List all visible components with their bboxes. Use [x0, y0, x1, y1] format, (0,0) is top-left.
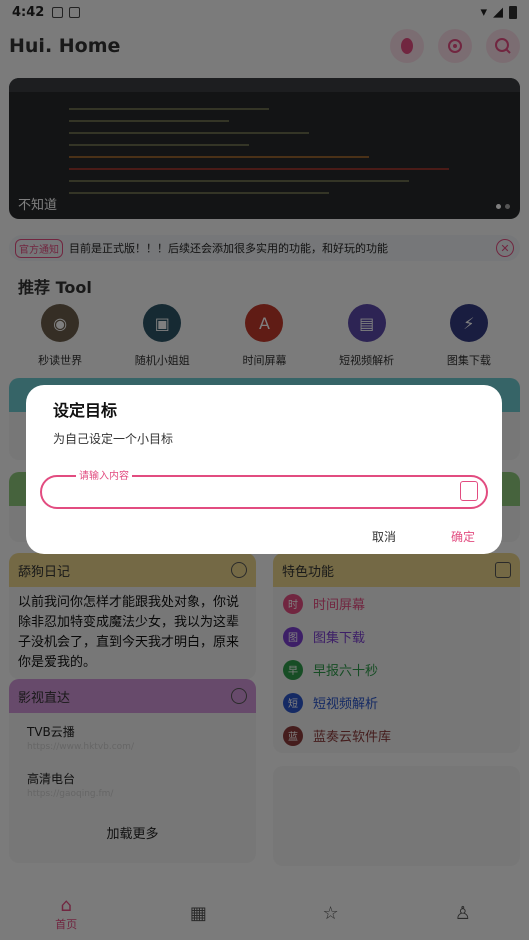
goal-field-label: 请输入内容 [76, 467, 132, 482]
goal-input[interactable] [56, 482, 446, 502]
dialog-title: 设定目标 [53, 401, 118, 420]
cancel-button[interactable]: 取消 [372, 528, 396, 545]
paste-icon[interactable] [460, 481, 478, 501]
goal-field: 请输入内容 [40, 467, 488, 509]
confirm-button[interactable]: 确定 [451, 528, 475, 545]
goal-dialog: 设定目标 为自己设定一个小目标 请输入内容 取消 确定 [26, 385, 502, 554]
dialog-message: 为自己设定一个小目标 [53, 432, 174, 446]
